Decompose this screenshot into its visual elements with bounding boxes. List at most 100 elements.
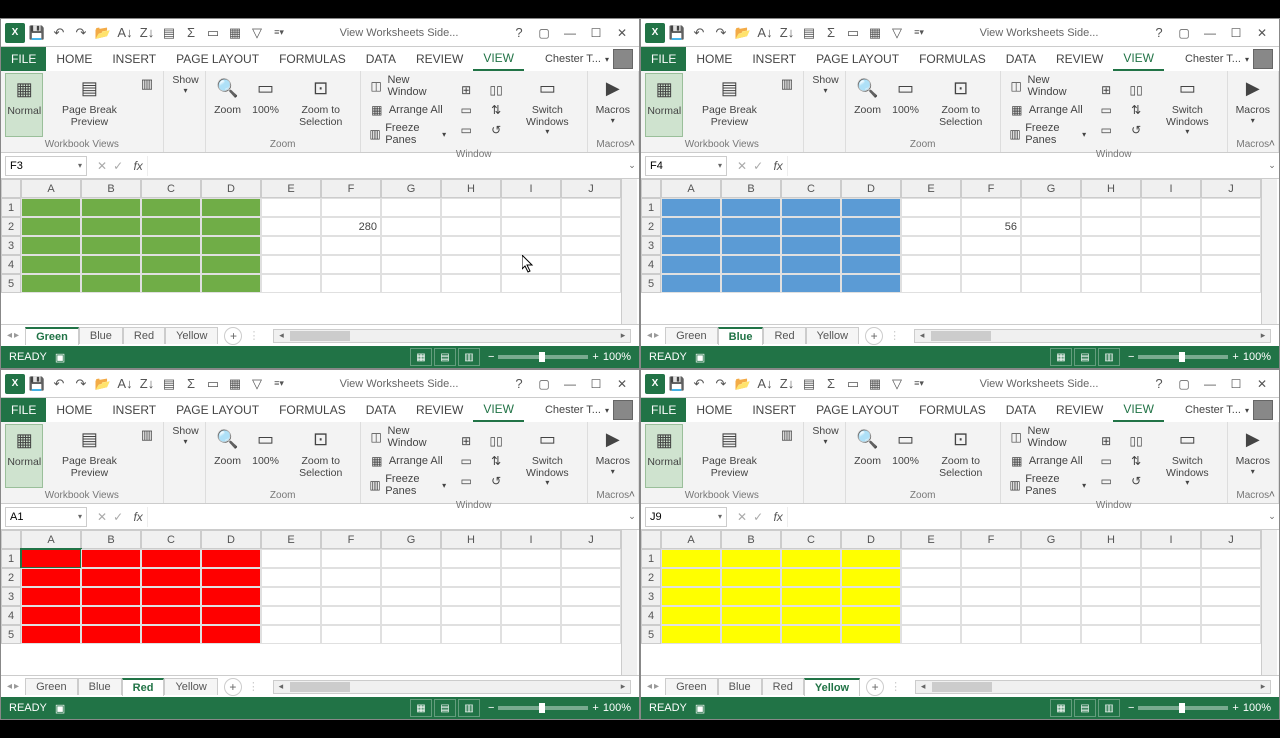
cell-I4[interactable]	[501, 255, 561, 274]
menu-tab-data[interactable]: DATA	[996, 398, 1046, 422]
expand-formula-icon[interactable]: ⌄	[1265, 511, 1279, 522]
cell-E2[interactable]	[901, 217, 961, 236]
menu-tab-home[interactable]: HOME	[46, 398, 102, 422]
macro-record-icon[interactable]: ▣	[695, 351, 705, 364]
menu-tab-home[interactable]: HOME	[46, 47, 102, 71]
cell-E2[interactable]	[261, 217, 321, 236]
row-header-2[interactable]: 2	[641, 568, 661, 587]
new-window-button[interactable]: ◫New Window	[365, 424, 450, 450]
undo-icon[interactable]: ↶	[689, 374, 709, 394]
cell-J5[interactable]	[561, 625, 621, 644]
menu-tab-view[interactable]: VIEW	[473, 398, 524, 422]
cell-B3[interactable]	[81, 587, 141, 606]
switch-windows-button[interactable]: ▭Switch Windows▾	[1152, 424, 1222, 498]
page-layout-view-icon[interactable]: ▤	[434, 348, 456, 366]
macro-record-icon[interactable]: ▣	[55, 702, 65, 715]
cell-J3[interactable]	[1201, 587, 1261, 606]
cell-B4[interactable]	[81, 255, 141, 274]
cell-F4[interactable]	[961, 606, 1021, 625]
row-header-5[interactable]: 5	[1, 274, 21, 293]
cell-E3[interactable]	[261, 587, 321, 606]
sheet-tab-yellow[interactable]: Yellow	[804, 678, 860, 696]
save-icon[interactable]: 💾	[667, 23, 687, 43]
zoom-to-selection-button[interactable]: ⊡Zoom to Selection	[286, 73, 356, 137]
zoom-level[interactable]: 100%	[603, 351, 631, 363]
enter-formula-icon[interactable]: ✓	[753, 510, 763, 524]
zoom-100-button[interactable]: ▭100%	[248, 424, 284, 488]
zoom-level[interactable]: 100%	[1243, 351, 1271, 363]
zoom-slider[interactable]	[1138, 355, 1228, 359]
col-header-E[interactable]: E	[901, 179, 961, 198]
page-break-preview-button[interactable]: ▤Page Break Preview	[685, 424, 773, 488]
freeze-panes-button[interactable]: ▥Freeze Panes ▾	[1005, 121, 1090, 147]
sheet-tab-red[interactable]: Red	[763, 327, 805, 344]
vertical-scrollbar[interactable]	[621, 530, 637, 675]
menu-tab-insert[interactable]: INSERT	[102, 47, 166, 71]
cell-H5[interactable]	[441, 625, 501, 644]
qat-more-icon[interactable]: ≡▾	[269, 23, 289, 43]
col-header-A[interactable]: A	[21, 179, 81, 198]
zoom-button[interactable]: 🔍Zoom	[850, 73, 886, 137]
normal-view-button[interactable]: ▦Normal	[5, 424, 43, 488]
cell-E1[interactable]	[261, 198, 321, 217]
macro-record-icon[interactable]: ▣	[695, 702, 705, 715]
page-layout-view-icon[interactable]: ▤	[1074, 348, 1096, 366]
row-header-3[interactable]: 3	[1, 236, 21, 255]
cell-F5[interactable]	[961, 625, 1021, 644]
menu-tab-insert[interactable]: INSERT	[742, 47, 806, 71]
cell-C4[interactable]	[141, 606, 201, 625]
col-header-J[interactable]: J	[561, 179, 621, 198]
cell-F1[interactable]	[961, 198, 1021, 217]
cell-B5[interactable]	[721, 625, 781, 644]
view-side-by-side-button[interactable]: ▯▯	[1124, 81, 1148, 99]
maximize-button[interactable]: ☐	[583, 23, 609, 43]
normal-view-button[interactable]: ▦Normal	[645, 424, 683, 488]
zoom-100-button[interactable]: ▭100%	[248, 73, 284, 137]
col-header-F[interactable]: F	[321, 179, 381, 198]
cell-D3[interactable]	[201, 587, 261, 606]
cell-B2[interactable]	[81, 568, 141, 587]
expand-formula-icon[interactable]: ⌄	[1265, 160, 1279, 171]
filter-icon[interactable]: ▽	[887, 374, 907, 394]
split-button[interactable]: ⊞	[454, 432, 478, 450]
cell-B5[interactable]	[721, 274, 781, 293]
page-break-view-icon[interactable]: ▥	[458, 348, 480, 366]
split-button[interactable]: ⊞	[1094, 432, 1118, 450]
cell-H4[interactable]	[441, 255, 501, 274]
cell-F3[interactable]	[961, 587, 1021, 606]
cell-D2[interactable]	[841, 568, 901, 587]
new-window-button[interactable]: ◫New Window	[365, 73, 450, 99]
menu-tab-view[interactable]: VIEW	[1113, 47, 1164, 71]
row-header-5[interactable]: 5	[641, 625, 661, 644]
cell-F2[interactable]	[961, 568, 1021, 587]
cell-H2[interactable]	[1081, 217, 1141, 236]
cell-I5[interactable]	[1141, 274, 1201, 293]
cell-G3[interactable]	[1021, 236, 1081, 255]
cell-H2[interactable]	[441, 568, 501, 587]
col-header-D[interactable]: D	[201, 530, 261, 549]
cell-G3[interactable]	[1021, 587, 1081, 606]
minimize-button[interactable]: —	[557, 23, 583, 43]
reset-position-button[interactable]: ↺	[1124, 472, 1148, 490]
row-header-1[interactable]: 1	[1, 549, 21, 568]
cell-J1[interactable]	[561, 549, 621, 568]
cell-G5[interactable]	[1021, 274, 1081, 293]
cell-D5[interactable]	[201, 274, 261, 293]
zoom-out-button[interactable]: −	[488, 351, 494, 363]
cell-E5[interactable]	[261, 274, 321, 293]
unhide-button[interactable]: ▭	[454, 121, 478, 139]
select-all-corner[interactable]	[641, 530, 661, 549]
show-button[interactable]: Show▾	[808, 73, 844, 148]
new-window-button[interactable]: ◫New Window	[1005, 73, 1090, 99]
zoom-to-selection-button[interactable]: ⊡Zoom to Selection	[926, 73, 996, 137]
sort-desc-icon[interactable]: Z↓	[777, 374, 797, 394]
col-header-I[interactable]: I	[501, 530, 561, 549]
row-header-4[interactable]: 4	[1, 255, 21, 274]
sort-asc-icon[interactable]: A↓	[755, 23, 775, 43]
row-header-4[interactable]: 4	[641, 255, 661, 274]
cell-G3[interactable]	[381, 236, 441, 255]
cell-C5[interactable]	[141, 625, 201, 644]
menu-tab-formulas[interactable]: FORMULAS	[269, 398, 356, 422]
cell-F2[interactable]: 280	[321, 217, 381, 236]
cell-I4[interactable]	[1141, 255, 1201, 274]
